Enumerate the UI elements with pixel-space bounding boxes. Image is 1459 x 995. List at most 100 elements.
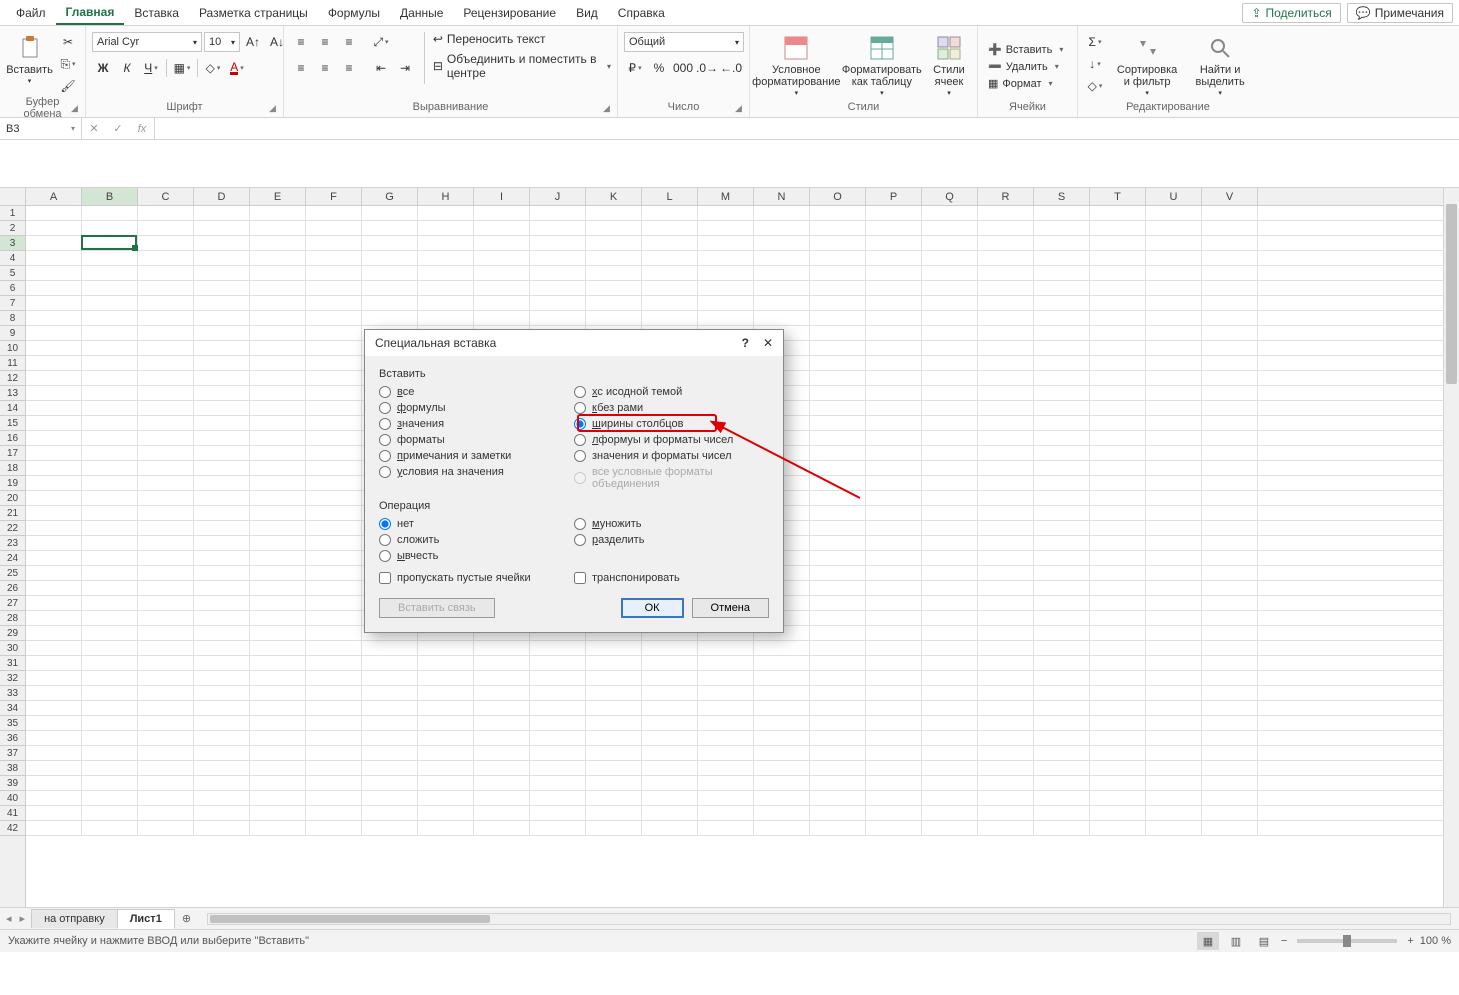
delete-cells-button[interactable]: ➖Удалить	[984, 59, 1063, 74]
row-header-4[interactable]: 4	[0, 251, 25, 266]
transpose-checkbox[interactable]: транспонировать	[574, 572, 769, 584]
format-as-table-button[interactable]: Форматировать как таблицу▾	[841, 32, 923, 100]
row-header-2[interactable]: 2	[0, 221, 25, 236]
col-header-P[interactable]: P	[866, 188, 922, 205]
row-header-25[interactable]: 25	[0, 566, 25, 581]
radio-paste-4[interactable]: значения и форматы чисел	[574, 450, 769, 462]
row-header-16[interactable]: 16	[0, 431, 25, 446]
fill-color-button[interactable]: ◇	[202, 58, 224, 78]
dialog-help-button[interactable]: ?	[742, 336, 749, 350]
row-header-41[interactable]: 41	[0, 806, 25, 821]
row-header-17[interactable]: 17	[0, 446, 25, 461]
align-left-button[interactable]: ≡	[290, 58, 312, 78]
radio-op-0[interactable]: муножить	[574, 518, 769, 530]
radio-paste-5[interactable]: условия на значения	[379, 466, 574, 478]
zoom-knob[interactable]	[1343, 935, 1351, 947]
col-header-L[interactable]: L	[642, 188, 698, 205]
cancel-button[interactable]: Отмена	[692, 598, 769, 618]
paste-button[interactable]: Вставить ▾	[6, 32, 53, 88]
row-header-9[interactable]: 9	[0, 326, 25, 341]
row-header-28[interactable]: 28	[0, 611, 25, 626]
row-header-36[interactable]: 36	[0, 731, 25, 746]
increase-font-button[interactable]: A↑	[242, 32, 264, 52]
row-header-13[interactable]: 13	[0, 386, 25, 401]
zoom-value[interactable]: 100 %	[1420, 935, 1451, 947]
sheet-nav-last[interactable]: ▸	[20, 912, 26, 925]
format-cells-button[interactable]: ▦Формат	[984, 76, 1057, 91]
row-header-18[interactable]: 18	[0, 461, 25, 476]
align-center-button[interactable]: ≡	[314, 58, 336, 78]
dialog-titlebar[interactable]: Специальная вставка ? ✕	[365, 330, 783, 356]
clipboard-launcher[interactable]: ◢	[71, 103, 83, 115]
column-headers[interactable]: ABCDEFGHIJKLMNOPQRSTUV	[26, 188, 1443, 206]
insert-cells-button[interactable]: ➕Вставить	[984, 42, 1067, 57]
row-header-5[interactable]: 5	[0, 266, 25, 281]
vscroll-thumb[interactable]	[1446, 204, 1457, 384]
align-right-button[interactable]: ≡	[338, 58, 360, 78]
row-header-3[interactable]: 3	[0, 236, 25, 251]
col-header-C[interactable]: C	[138, 188, 194, 205]
increase-decimal-button[interactable]: .0→	[696, 58, 718, 78]
share-button[interactable]: ⇪Поделиться	[1242, 3, 1340, 23]
ok-button[interactable]: ОК	[621, 598, 684, 618]
font-size-select[interactable]: 10▾	[204, 32, 240, 52]
fill-button[interactable]: ↓	[1084, 54, 1106, 74]
radio-op-2[interactable]: ывчесть	[379, 550, 574, 562]
radio-op-1[interactable]: разделить	[574, 534, 769, 546]
col-header-N[interactable]: N	[754, 188, 810, 205]
sheet-tab-0[interactable]: на отправку	[31, 909, 118, 928]
number-format-select[interactable]: Общий▾	[624, 32, 744, 52]
skip-blanks-checkbox[interactable]: пропускать пустые ячейки	[379, 572, 574, 584]
menu-formulas[interactable]: Формулы	[318, 2, 390, 24]
percent-button[interactable]: %	[648, 58, 670, 78]
sort-filter-button[interactable]: Сортировка и фильтр▾	[1110, 32, 1184, 100]
row-header-31[interactable]: 31	[0, 656, 25, 671]
paste-link-button[interactable]: Вставить связь	[379, 598, 495, 618]
col-header-R[interactable]: R	[978, 188, 1034, 205]
radio-paste-2[interactable]: ширины столбцов	[574, 418, 769, 430]
row-header-20[interactable]: 20	[0, 491, 25, 506]
align-middle-button[interactable]: ≡	[314, 32, 336, 52]
align-bottom-button[interactable]: ≡	[338, 32, 360, 52]
normal-view-button[interactable]: ▦	[1197, 932, 1219, 950]
copy-button[interactable]: ⎘	[57, 54, 79, 74]
comma-button[interactable]: 000	[672, 58, 694, 78]
col-header-D[interactable]: D	[194, 188, 250, 205]
menu-view[interactable]: Вид	[566, 2, 608, 24]
font-name-select[interactable]: Arial Cyr▾	[92, 32, 202, 52]
row-header-21[interactable]: 21	[0, 506, 25, 521]
radio-paste-3[interactable]: лформуы и форматы чисел	[574, 434, 769, 446]
radio-paste-1[interactable]: кбез рами	[574, 402, 769, 414]
row-header-15[interactable]: 15	[0, 416, 25, 431]
col-header-S[interactable]: S	[1034, 188, 1090, 205]
sheet-nav-first[interactable]: ◂	[6, 912, 12, 925]
row-header-10[interactable]: 10	[0, 341, 25, 356]
row-header-19[interactable]: 19	[0, 476, 25, 491]
page-break-view-button[interactable]: ▤	[1253, 932, 1275, 950]
currency-button[interactable]: ₽	[624, 58, 646, 78]
row-header-12[interactable]: 12	[0, 371, 25, 386]
row-header-34[interactable]: 34	[0, 701, 25, 716]
menu-home[interactable]: Главная	[56, 1, 125, 25]
row-header-11[interactable]: 11	[0, 356, 25, 371]
wrap-text-button[interactable]: ↩ Переносить текст	[433, 32, 611, 46]
align-top-button[interactable]: ≡	[290, 32, 312, 52]
col-header-E[interactable]: E	[250, 188, 306, 205]
row-header-29[interactable]: 29	[0, 626, 25, 641]
formula-input[interactable]	[155, 118, 1459, 139]
radio-paste-0[interactable]: хс исодной темой	[574, 386, 769, 398]
row-header-7[interactable]: 7	[0, 296, 25, 311]
row-header-8[interactable]: 8	[0, 311, 25, 326]
find-select-button[interactable]: Найти и выделить▾	[1188, 32, 1252, 100]
row-header-38[interactable]: 38	[0, 761, 25, 776]
row-header-22[interactable]: 22	[0, 521, 25, 536]
col-header-A[interactable]: A	[26, 188, 82, 205]
col-header-H[interactable]: H	[418, 188, 474, 205]
dialog-close-button[interactable]: ✕	[763, 336, 773, 350]
col-header-F[interactable]: F	[306, 188, 362, 205]
menu-review[interactable]: Рецензирование	[453, 2, 566, 24]
row-header-37[interactable]: 37	[0, 746, 25, 761]
col-header-Q[interactable]: Q	[922, 188, 978, 205]
radio-op-0[interactable]: нет	[379, 518, 574, 530]
underline-button[interactable]: Ч	[140, 58, 162, 78]
